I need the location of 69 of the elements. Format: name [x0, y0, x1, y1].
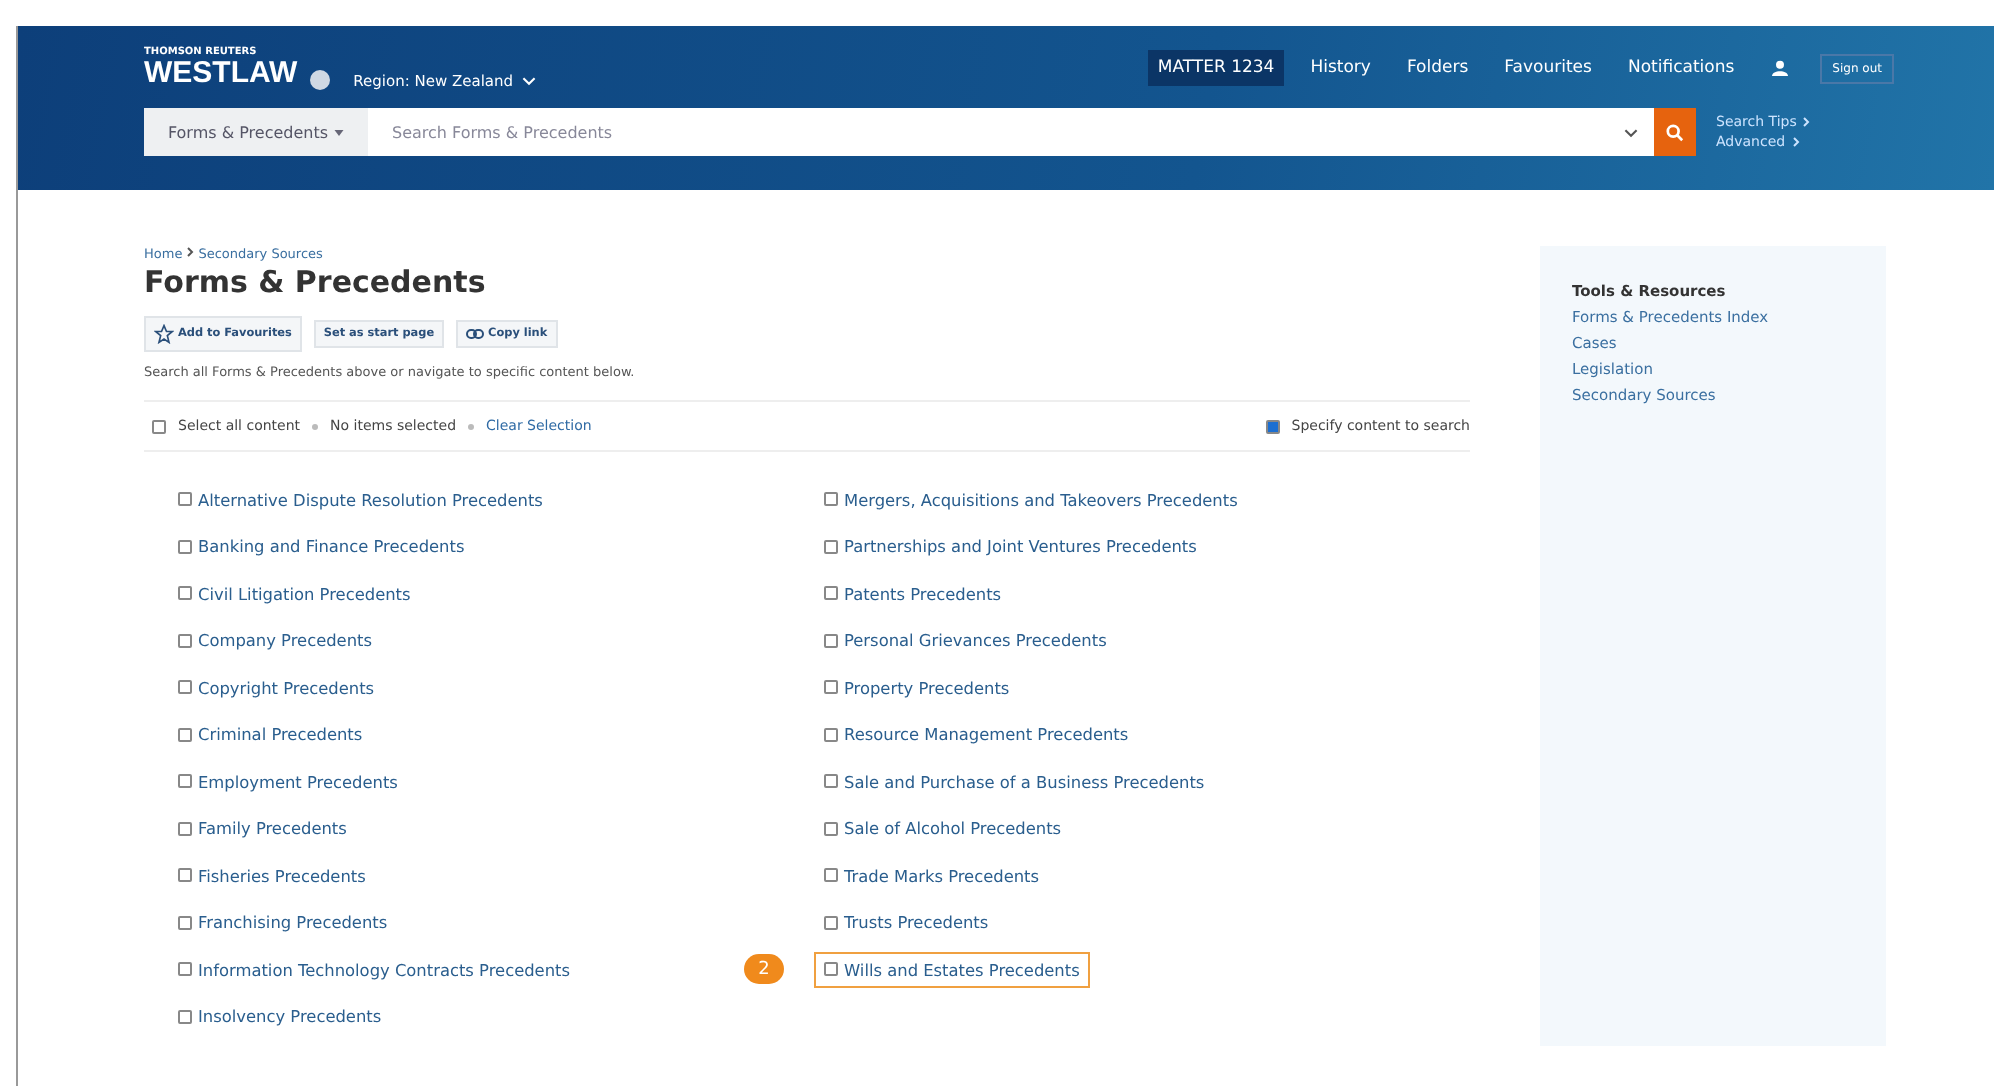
chevron-icon — [521, 75, 536, 85]
category-link[interactable]: Resource Management Precedents — [814, 716, 1139, 753]
checkbox[interactable] — [178, 586, 192, 601]
checkbox[interactable] — [824, 633, 838, 648]
link-icon — [466, 328, 485, 340]
category-link[interactable]: Trusts Precedents — [814, 904, 999, 941]
category-link[interactable]: Alternative Dispute Resolution Precedents — [168, 481, 553, 518]
category-link[interactable]: Information Technology Contracts Precedents — [168, 951, 581, 988]
checkbox[interactable] — [178, 727, 192, 742]
category-link[interactable]: Civil Litigation Precedents — [168, 575, 421, 612]
checkbox[interactable] — [178, 915, 192, 930]
checkbox[interactable] — [178, 1009, 192, 1024]
category-link[interactable]: Patents Precedents — [814, 575, 1012, 612]
checkbox[interactable] — [178, 868, 192, 883]
checkbox[interactable] — [1265, 419, 1280, 433]
checkbox[interactable] — [824, 586, 838, 601]
category-link[interactable]: Sale and Purchase of a Business Precedents — [814, 763, 1215, 800]
category-link[interactable]: Family Precedents — [168, 810, 357, 847]
caret-icon — [334, 129, 345, 135]
search-button[interactable] — [1654, 108, 1696, 156]
category-link[interactable]: Insolvency Precedents — [168, 998, 392, 1035]
checkbox[interactable] — [178, 821, 192, 836]
checkbox[interactable] — [824, 492, 838, 507]
checkbox[interactable] — [824, 868, 838, 883]
checkbox[interactable] — [824, 915, 838, 930]
checkbox[interactable] — [178, 962, 192, 977]
category-link[interactable]: Sale of Alcohol Precedents — [814, 810, 1072, 847]
category-link[interactable]: Mergers, Acquisitions and Takeovers Precedents — [814, 481, 1248, 518]
checkbox[interactable] — [824, 539, 838, 554]
highlighted-link[interactable]: Wills and Estates Precedents — [814, 951, 1090, 988]
checkbox[interactable] — [178, 680, 192, 695]
search-icon — [1666, 123, 1684, 141]
checkbox[interactable] — [152, 419, 166, 433]
nav-link[interactable]: MATTER 1234 — [1147, 50, 1285, 86]
checkbox[interactable] — [178, 492, 192, 507]
category-link[interactable]: Property Precedents — [814, 669, 1020, 706]
page-title: Forms & Precedents — [144, 264, 488, 300]
category-link[interactable]: Personal Grievances Precedents — [814, 622, 1117, 659]
checkbox[interactable] — [824, 727, 838, 742]
brand-logo[interactable]: WESTLAW — [144, 58, 298, 90]
callout-badge: 2 — [744, 954, 784, 985]
category-link[interactable]: Company Precedents — [168, 622, 383, 659]
star-icon — [154, 324, 174, 344]
category-link[interactable]: Banking and Finance Precedents — [168, 528, 475, 565]
separator-dot — [468, 423, 475, 429]
dot-icon — [309, 70, 330, 90]
checkbox[interactable] — [178, 774, 192, 789]
nav-link[interactable]: Favourites — [1494, 50, 1602, 86]
user-icon[interactable] — [1772, 60, 1789, 76]
nav-link[interactable]: Folders — [1396, 50, 1479, 86]
search-field[interactable]: Search Forms & Precedents — [368, 108, 1608, 156]
category-link[interactable]: Employment Precedents — [168, 763, 408, 800]
separator-dot — [312, 423, 319, 429]
category-link[interactable]: Partnerships and Joint Ventures Precedents — [814, 528, 1207, 565]
checkbox[interactable] — [178, 633, 192, 648]
category-link[interactable]: Franchising Precedents — [168, 904, 398, 941]
chevron-icon[interactable] — [1624, 127, 1638, 137]
checkbox[interactable] — [824, 680, 838, 695]
checkbox[interactable] — [824, 774, 838, 789]
category-link[interactable]: Trade Marks Precedents — [814, 857, 1050, 894]
nav-link[interactable]: Notifications — [1617, 50, 1745, 86]
nav-link[interactable]: History — [1300, 50, 1381, 86]
category-link[interactable]: Fisheries Precedents — [168, 857, 376, 894]
checkbox[interactable] — [824, 962, 838, 977]
category-link[interactable]: Criminal Precedents — [168, 716, 373, 753]
breadcrumb-separator-icon — [186, 246, 195, 258]
checkbox[interactable] — [824, 821, 838, 836]
category-link[interactable]: Copyright Precedents — [168, 669, 385, 706]
checkbox[interactable] — [178, 539, 192, 554]
